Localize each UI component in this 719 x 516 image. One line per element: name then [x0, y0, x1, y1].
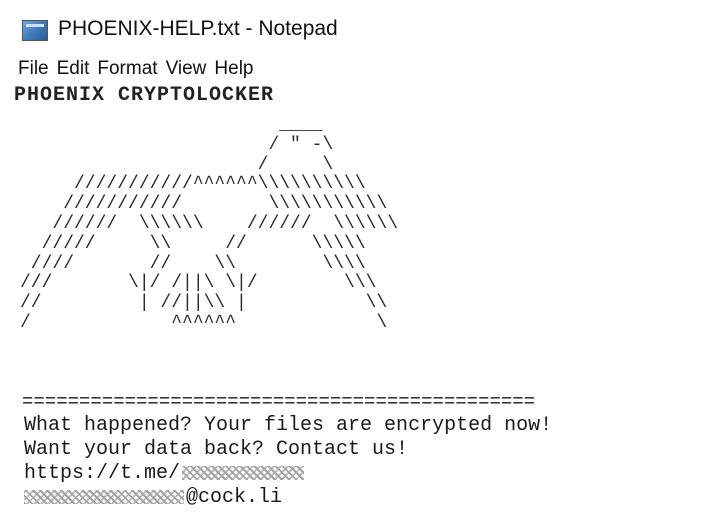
- email-domain: @cock.li: [186, 486, 283, 509]
- title-bar: PHOENIX-HELP.txt - Notepad: [0, 0, 719, 50]
- menu-file[interactable]: File: [14, 58, 53, 82]
- notepad-icon: [22, 20, 48, 41]
- redacted-telegram-handle: [182, 465, 305, 480]
- contact-telegram-line: https://t.me/: [24, 462, 305, 486]
- telegram-url-prefix: https://t.me/: [24, 462, 181, 485]
- ransom-message-line-1: What happened? Your files are encrypted …: [24, 414, 553, 437]
- contact-email-line: @cock.li: [24, 486, 282, 510]
- menu-format[interactable]: Format: [93, 58, 161, 82]
- phoenix-ascii-art: ____ / " -\ / \ ///////////^^^^^^\\\\\\\…: [20, 115, 399, 333]
- text-editor-area[interactable]: PHOENIX CRYPTOLOCKER ____ / " -\ / \ ///…: [14, 84, 714, 512]
- menu-view[interactable]: View: [162, 58, 211, 82]
- menu-help[interactable]: Help: [210, 58, 257, 82]
- ransom-message-line-2: Want your data back? Contact us!: [24, 438, 409, 461]
- menu-bar: File Edit Format View Help: [14, 58, 257, 82]
- window-title: PHOENIX-HELP.txt - Notepad: [58, 17, 338, 40]
- menu-edit[interactable]: Edit: [53, 58, 94, 82]
- document-heading: PHOENIX CRYPTOLOCKER: [14, 84, 275, 107]
- separator-line: ========================================…: [22, 391, 536, 413]
- redacted-email-user: [24, 489, 184, 504]
